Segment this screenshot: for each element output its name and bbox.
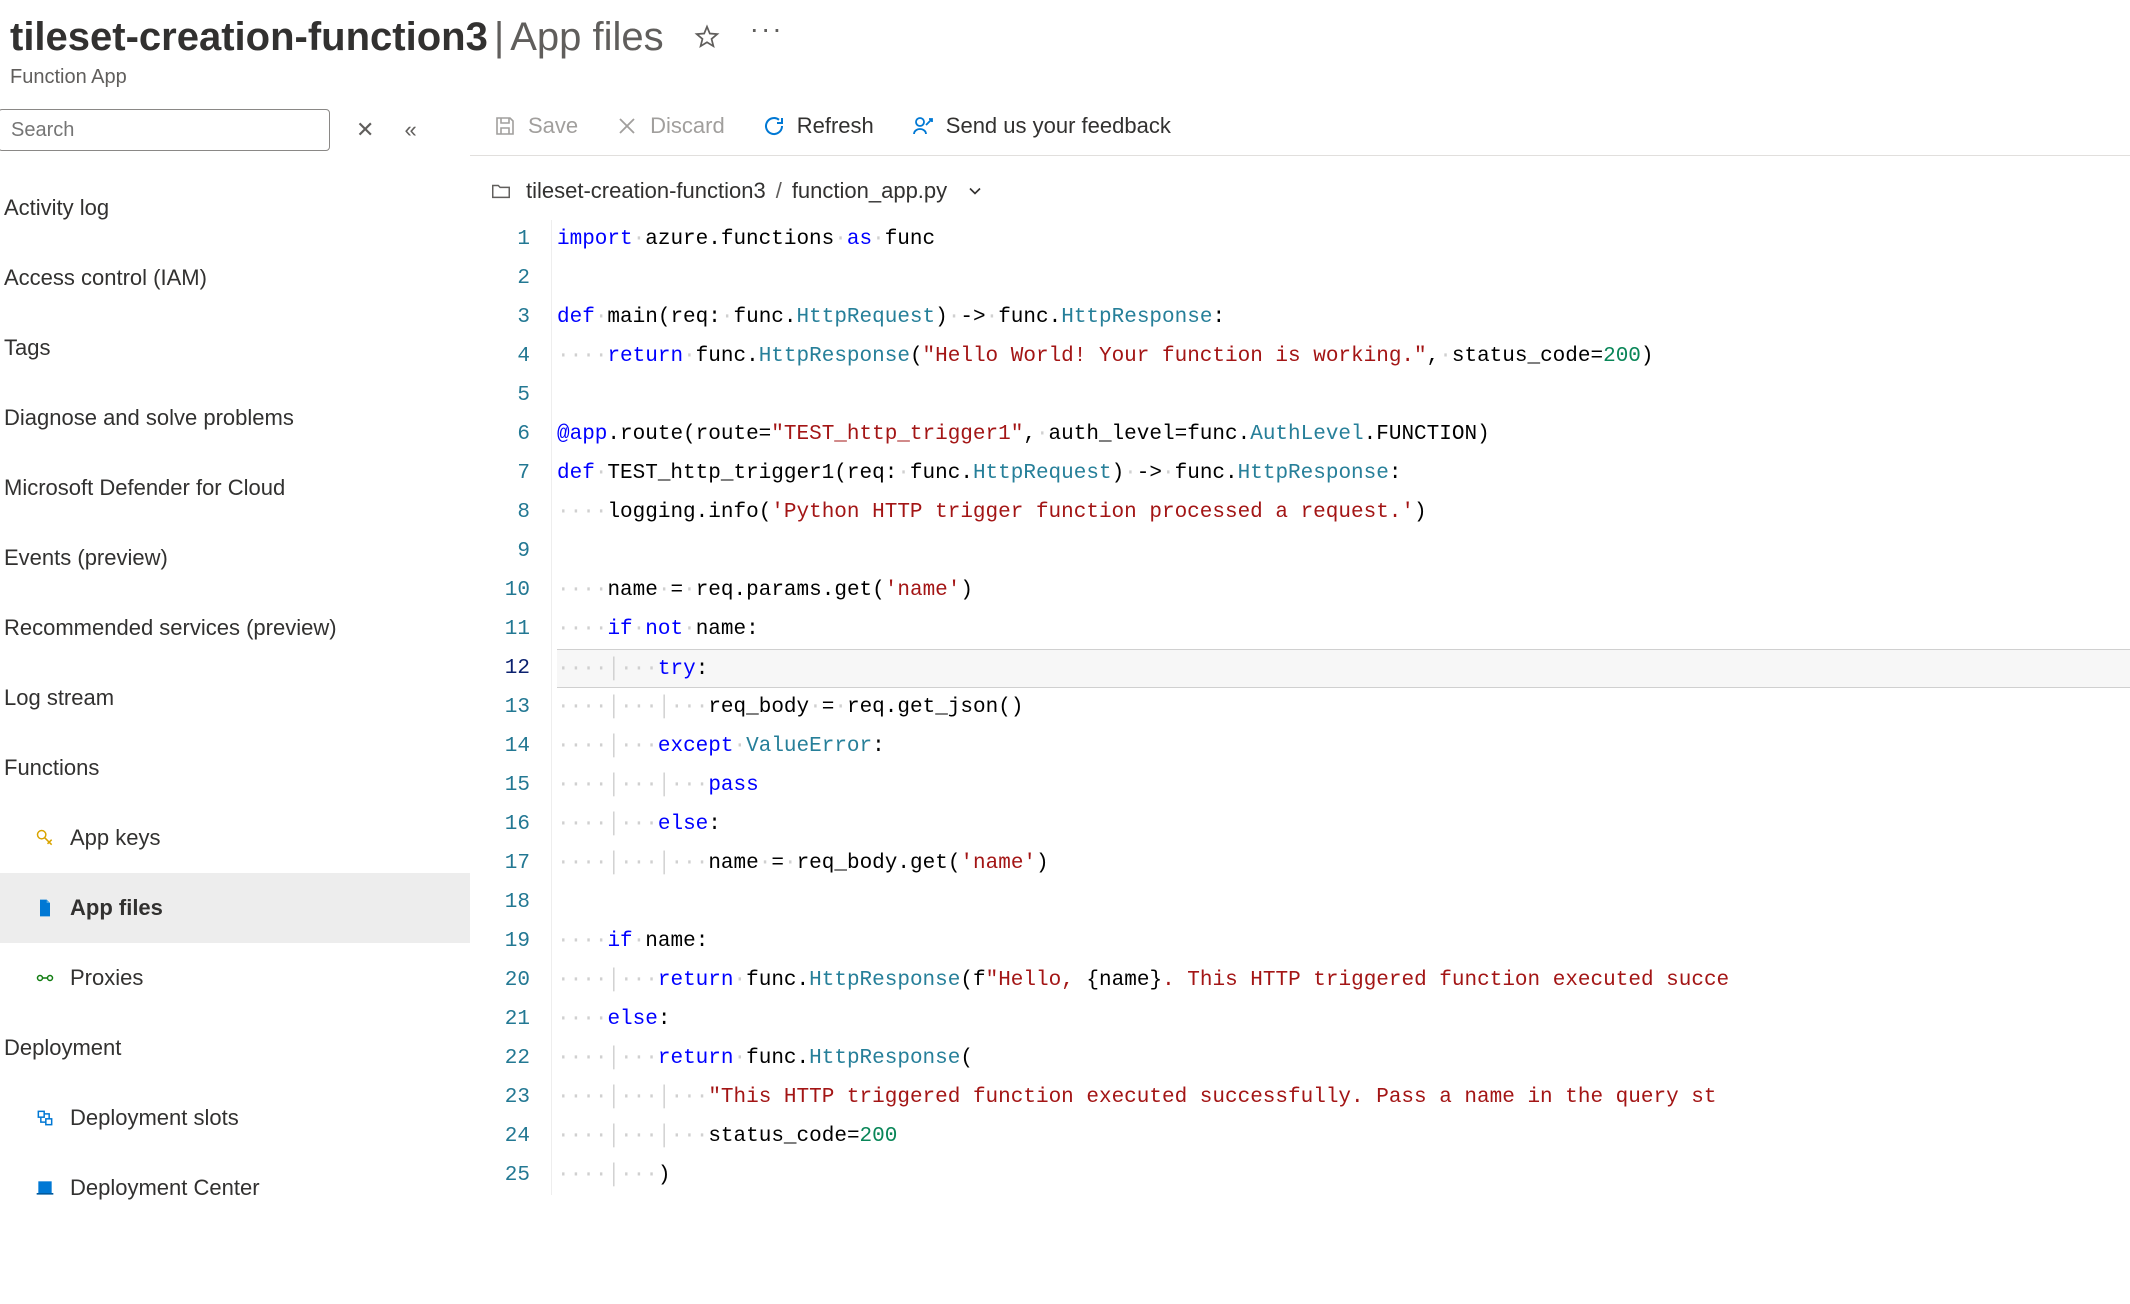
discard-button[interactable]: Discard [614, 113, 725, 139]
blade-title: App files [510, 15, 663, 60]
sidebar-item-label: Events (preview) [4, 545, 168, 571]
sidebar-item-access-control[interactable]: Access control (IAM) [0, 243, 470, 313]
toolbar-label: Refresh [797, 113, 874, 139]
sidebar-item-label: Proxies [70, 965, 143, 991]
sidebar-item-label: Diagnose and solve problems [4, 405, 294, 431]
resource-type: Function App [10, 66, 2130, 89]
main-content: Save Discard Refresh Send us your feedba… [470, 97, 2130, 1223]
sidebar-item-label: App files [70, 895, 163, 921]
save-icon [492, 113, 518, 139]
sidebar-item-label: App keys [70, 825, 161, 851]
breadcrumb-folder[interactable]: tileset-creation-function3 [526, 178, 766, 204]
feedback-button[interactable]: Send us your feedback [910, 113, 1171, 139]
toolbar-label: Save [528, 113, 578, 139]
deployment-center-icon [34, 1177, 56, 1199]
page-header: tileset-creation-function3 | App files ·… [0, 0, 2130, 97]
document-icon [34, 897, 56, 919]
sidebar-item-label: Tags [4, 335, 50, 361]
feedback-icon [910, 113, 936, 139]
sidebar-item-label: Deployment Center [70, 1175, 260, 1201]
key-icon [34, 827, 56, 849]
deployment-slots-icon [34, 1107, 56, 1129]
sidebar: ✕ « Activity log Access control (IAM) Ta… [0, 97, 470, 1223]
breadcrumb-file[interactable]: function_app.py [792, 178, 947, 204]
sidebar-item-label: Recommended services (preview) [4, 615, 337, 641]
favorite-star-icon[interactable] [694, 24, 720, 50]
sidebar-item-label: Microsoft Defender for Cloud [4, 475, 285, 501]
sidebar-item-proxies[interactable]: Proxies [0, 943, 470, 1013]
sidebar-item-tags[interactable]: Tags [0, 313, 470, 383]
breadcrumb: tileset-creation-function3 / function_ap… [470, 156, 2130, 220]
discard-icon [614, 113, 640, 139]
sidebar-group-deployment[interactable]: Deployment [0, 1013, 470, 1083]
sidebar-group-label: Deployment [4, 1035, 121, 1061]
sidebar-item-app-keys[interactable]: App keys [0, 803, 470, 873]
toolbar-label: Discard [650, 113, 725, 139]
sidebar-item-log-stream[interactable]: Log stream [0, 663, 470, 733]
sidebar-item-label: Log stream [4, 685, 114, 711]
file-dropdown-icon[interactable] [965, 181, 985, 201]
refresh-icon [761, 113, 787, 139]
code-editor[interactable]: 1234567891011121314151617181920212223242… [470, 220, 2130, 1195]
line-number-gutter: 1234567891011121314151617181920212223242… [470, 220, 550, 1195]
sidebar-item-deployment-slots[interactable]: Deployment slots [0, 1083, 470, 1153]
more-actions-icon[interactable]: ··· [750, 13, 784, 45]
proxies-icon [34, 967, 56, 989]
sidebar-item-diagnose[interactable]: Diagnose and solve problems [0, 383, 470, 453]
folder-icon [490, 180, 512, 202]
close-icon[interactable]: ✕ [356, 117, 374, 143]
collapse-sidebar-icon[interactable]: « [404, 117, 416, 143]
save-button[interactable]: Save [492, 113, 578, 139]
sidebar-item-label: Access control (IAM) [4, 265, 207, 291]
code-content[interactable]: import·azure.functions·as·funcdef·main(r… [550, 220, 2130, 1195]
sidebar-item-recommended[interactable]: Recommended services (preview) [0, 593, 470, 663]
resource-title: tileset-creation-function3 [10, 14, 488, 60]
sidebar-item-label: Activity log [4, 195, 109, 221]
toolbar-label: Send us your feedback [946, 113, 1171, 139]
sidebar-item-defender[interactable]: Microsoft Defender for Cloud [0, 453, 470, 523]
sidebar-group-functions[interactable]: Functions [0, 733, 470, 803]
sidebar-group-label: Functions [4, 755, 99, 781]
sidebar-item-events[interactable]: Events (preview) [0, 523, 470, 593]
title-separator: | [488, 15, 510, 60]
refresh-button[interactable]: Refresh [761, 113, 874, 139]
sidebar-item-app-files[interactable]: App files [0, 873, 470, 943]
search-input[interactable] [0, 109, 330, 151]
sidebar-item-deployment-center[interactable]: Deployment Center [0, 1153, 470, 1223]
toolbar: Save Discard Refresh Send us your feedba… [470, 97, 2130, 156]
breadcrumb-separator: / [766, 178, 792, 204]
sidebar-item-label: Deployment slots [70, 1105, 239, 1131]
sidebar-item-activity-log[interactable]: Activity log [0, 173, 470, 243]
